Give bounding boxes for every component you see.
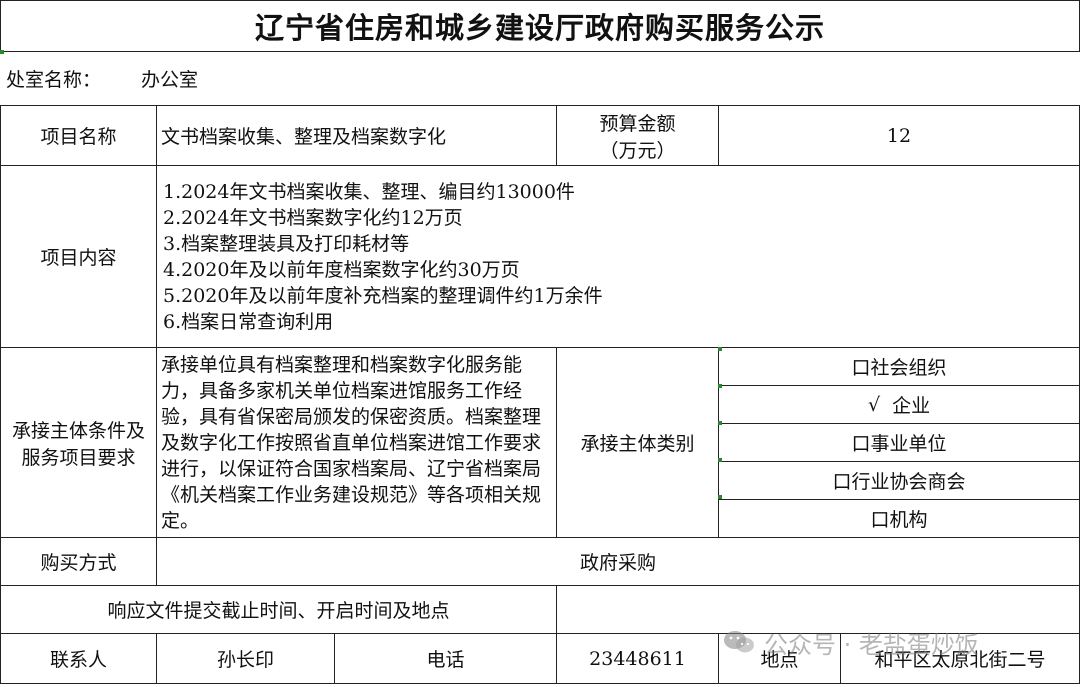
content-item: 3.档案整理装具及打印耗材等 (163, 232, 410, 255)
category-options: 口社会组织 √ 企业 口事业单位 口行业协会商会 口机构 (718, 347, 1080, 538)
cell-marker (718, 421, 722, 425)
office-value: 办公室 (141, 68, 199, 91)
contact-row: 联系人 孙长印 电话 23448611 地点 和平区太原北街二号 (0, 633, 1080, 684)
announcement-page: 辽宁省住房和城乡建设厅政府购买服务公示 处室名称： 办公室 项目名称 文书档案收… (0, 0, 1080, 687)
response-label: 响应文件提交截止时间、开启时间及地点 (0, 585, 558, 634)
purchase-method-value: 政府采购 (155, 537, 1080, 586)
cell-marker (718, 458, 722, 462)
project-name-label: 项目名称 (0, 105, 157, 166)
project-content-list: 1.2024年文书档案收集、整理、编目约13000件 2.2024年文书档案数字… (155, 165, 1080, 348)
project-name-row: 项目名称 文书档案收集、整理及档案数字化 预算金额 （万元） 12 (0, 105, 1080, 166)
contact-name: 孙长印 (156, 633, 335, 684)
category-option-industry-association[interactable]: 口行业协会商会 (719, 462, 1080, 500)
requirements-label-line1: 承接主体条件及 (11, 419, 145, 442)
office-label: 处室名称： (6, 68, 102, 91)
option-label: 口机构 (870, 509, 928, 531)
checkmark-icon: √ (867, 393, 881, 416)
cell-marker (718, 495, 722, 499)
requirements-row: 承接主体条件及 服务项目要求 承接单位具有档案整理和档案数字化服务能力，具备多家… (0, 347, 1080, 538)
office-row: 处室名称： 办公室 (0, 56, 1078, 100)
project-content-row: 项目内容 1.2024年文书档案收集、整理、编目约13000件 2.2024年文… (0, 165, 1080, 348)
budget-value: 12 (718, 105, 1080, 166)
announcement-table: 项目名称 文书档案收集、整理及档案数字化 预算金额 （万元） 12 项目内容 1… (0, 105, 1080, 684)
phone-label: 电话 (333, 633, 558, 684)
option-label: 口社会组织 (851, 357, 947, 379)
requirements-label-line2: 服务项目要求 (21, 446, 136, 469)
category-option-agency[interactable]: 口机构 (719, 500, 1079, 537)
budget-label-line2: （万元） (599, 139, 676, 162)
purchase-method-label: 购买方式 (0, 537, 157, 586)
budget-label: 预算金额 （万元） (556, 105, 720, 166)
contact-label: 联系人 (0, 633, 157, 684)
project-name-value: 文书档案收集、整理及档案数字化 (155, 105, 558, 166)
requirements-label: 承接主体条件及 服务项目要求 (0, 347, 157, 538)
category-option-social-org[interactable]: 口社会组织 (719, 348, 1080, 386)
budget-label-line1: 预算金额 (599, 112, 676, 135)
address-label: 地点 (718, 633, 842, 684)
content-item: 1.2024年文书档案收集、整理、编目约13000件 (163, 180, 575, 203)
requirements-text: 承接单位具有档案整理和档案数字化服务能力，具备多家机关单位档案进馆服务工作经验，… (155, 347, 558, 538)
content-item: 5.2020年及以前年度补充档案的整理调件约1万余件 (163, 284, 603, 307)
option-label: 企业 (892, 395, 931, 417)
category-option-public-institution[interactable]: 口事业单位 (719, 424, 1080, 462)
content-item: 4.2020年及以前年度档案数字化约30万页 (163, 258, 520, 281)
category-label: 承接主体类别 (556, 347, 720, 538)
cell-marker (718, 384, 722, 388)
purchase-method-row: 购买方式 政府采购 (0, 537, 1080, 586)
option-label: 口事业单位 (851, 433, 947, 455)
phone-value: 23448611 (556, 633, 720, 684)
category-option-enterprise[interactable]: √ 企业 (719, 386, 1080, 424)
option-label: 口行业协会商会 (832, 471, 966, 493)
document-title: 辽宁省住房和城乡建设厅政府购买服务公示 (0, 0, 1080, 52)
address-value: 和平区太原北街二号 (840, 633, 1080, 684)
project-content-label: 项目内容 (0, 165, 157, 348)
content-item: 6.档案日常查询利用 (163, 310, 334, 333)
cell-marker (0, 50, 4, 54)
cell-marker (718, 347, 722, 351)
response-row: 响应文件提交截止时间、开启时间及地点 (0, 585, 1080, 634)
response-value (556, 585, 1080, 634)
content-item: 2.2024年文书档案数字化约12万页 (163, 206, 463, 229)
